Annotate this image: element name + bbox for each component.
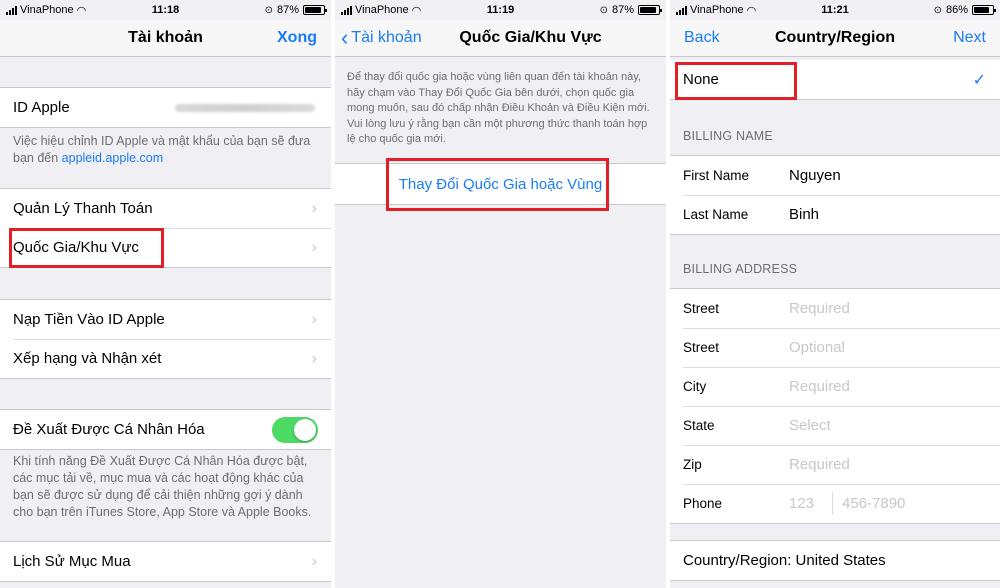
street-2-row[interactable]: Street Optional [670, 328, 1000, 367]
battery-icon [972, 5, 996, 15]
first-name-label: First Name [683, 168, 750, 183]
status-bar: VinaPhone ◠ 11:21 ⊙ 86% [670, 0, 1000, 20]
city-row[interactable]: City Required [670, 367, 1000, 406]
billing-name-header: BILLING NAME [683, 129, 773, 143]
status-time: 11:19 [486, 4, 515, 16]
chevron-right-icon: › [311, 238, 317, 256]
phone-divider [832, 492, 833, 515]
state-row[interactable]: State Select [670, 406, 1000, 445]
street-1-input[interactable]: Required [789, 300, 850, 317]
chevron-right-icon: › [311, 349, 317, 367]
add-funds-row[interactable]: Nạp Tiền Vào ID Apple › [0, 300, 331, 339]
manage-payments-label: Quản Lý Thanh Toán [13, 200, 153, 217]
phone-number-input[interactable]: 456-7890 [842, 495, 905, 512]
personalized-group: Đề Xuất Được Cá Nhân Hóa [0, 409, 331, 450]
zip-row[interactable]: Zip Required [670, 445, 1000, 484]
state-select[interactable]: Select [789, 417, 831, 434]
change-country-button[interactable]: Thay Đổi Quốc Gia hoặc Vùng [335, 163, 666, 205]
add-funds-label: Nạp Tiền Vào ID Apple [13, 311, 165, 328]
next-button[interactable]: Next [953, 29, 986, 47]
chevron-right-icon: › [311, 310, 317, 328]
apple-id-group: ID Apple [0, 87, 331, 128]
battery-icon [303, 5, 327, 15]
nav-bar: Back Country/Region Next [670, 20, 1000, 57]
checkmark-icon: ✓ [972, 71, 986, 89]
billing-screen: VinaPhone ◠ 11:21 ⊙ 86% Back Country/Reg… [670, 0, 1000, 588]
zip-input[interactable]: Required [789, 456, 850, 473]
payment-group: Quản Lý Thanh Toán › Quốc Gia/Khu Vực › [0, 188, 331, 268]
state-label: State [683, 418, 715, 433]
first-name-row[interactable]: First Name Nguyen [670, 156, 1000, 195]
purchase-history-row[interactable]: Lịch Sử Mục Mua › [0, 542, 331, 581]
appleid-link[interactable]: appleid.apple.com [62, 151, 163, 165]
country-region-label: Quốc Gia/Khu Vực [13, 239, 139, 256]
last-name-input[interactable]: Binh [789, 206, 819, 223]
apple-id-row[interactable]: ID Apple [0, 88, 331, 127]
apple-id-label: ID Apple [13, 99, 70, 116]
country-region-row[interactable]: Quốc Gia/Khu Vực › [0, 228, 331, 267]
personalized-label: Đề Xuất Được Cá Nhân Hóa [13, 421, 205, 438]
country-region-screen: VinaPhone ◠ 11:19 ⊙ 87% ‹ Tài khoản Quốc… [335, 0, 666, 588]
ratings-reviews-row[interactable]: Xếp hạng và Nhận xét › [0, 339, 331, 378]
change-country-instructions: Để thay đổi quốc gia hoặc vùng liên quan… [347, 71, 650, 145]
billing-address-group: Street Required Street Optional City Req… [670, 288, 1000, 524]
street-1-row[interactable]: Street Required [670, 289, 1000, 328]
manage-payments-row[interactable]: Quản Lý Thanh Toán › [0, 189, 331, 228]
battery-icon [638, 5, 662, 15]
city-input[interactable]: Required [789, 378, 850, 395]
phone-area-input[interactable]: 123 [789, 495, 814, 512]
done-button[interactable]: Xong [277, 29, 317, 47]
country-region-group: Country/Region: United States [670, 540, 1000, 581]
screenshot-collage: VinaPhone ◠ 11:18 ⊙ 87% Tài khoản Xong I… [0, 0, 1000, 588]
first-name-input[interactable]: Nguyen [789, 167, 841, 184]
phone-row[interactable]: Phone 123 456-7890 [670, 484, 1000, 523]
country-region-row[interactable]: Country/Region: United States [670, 541, 1000, 580]
purchase-group: Lịch Sử Mục Mua › [0, 541, 331, 582]
account-screen: VinaPhone ◠ 11:18 ⊙ 87% Tài khoản Xong I… [0, 0, 331, 588]
nav-bar: Tài khoản Xong [0, 20, 331, 57]
purchase-history-label: Lịch Sử Mục Mua [13, 553, 131, 570]
zip-label: Zip [683, 457, 702, 472]
last-name-row[interactable]: Last Name Binh [670, 195, 1000, 234]
chevron-right-icon: › [311, 199, 317, 217]
street-label: Street [683, 340, 720, 355]
payment-method-group: None ✓ [670, 60, 1000, 100]
nav-bar: ‹ Tài khoản Quốc Gia/Khu Vực [335, 20, 666, 57]
funds-group: Nạp Tiền Vào ID Apple › Xếp hạng và Nhận… [0, 299, 331, 379]
nav-title: Quốc Gia/Khu Vực [459, 29, 602, 46]
apple-id-value-blurred [175, 103, 315, 112]
apple-id-note: Việc hiệu chỉnh ID Apple và mật khẩu của… [13, 133, 319, 167]
city-label: City [683, 379, 707, 394]
street-2-input[interactable]: Optional [789, 339, 845, 356]
status-bar: VinaPhone ◠ 11:19 ⊙ 87% [335, 0, 666, 20]
personalized-note: Khi tính năng Đề Xuất Được Cá Nhân Hóa đ… [13, 454, 312, 519]
phone-label: Phone [683, 496, 723, 511]
billing-name-group: First Name Nguyen Last Name Binh [670, 155, 1000, 235]
country-region-value: Country/Region: United States [683, 552, 886, 569]
payment-none-label: None [683, 71, 719, 88]
billing-address-header: BILLING ADDRESS [683, 262, 798, 276]
status-time: 11:21 [821, 4, 849, 16]
status-bar: VinaPhone ◠ 11:18 ⊙ 87% [0, 0, 331, 20]
ratings-reviews-label: Xếp hạng và Nhận xét [13, 350, 162, 367]
personalized-row: Đề Xuất Được Cá Nhân Hóa [0, 410, 331, 449]
change-country-label: Thay Đổi Quốc Gia hoặc Vùng [398, 175, 603, 193]
nav-title: Country/Region [775, 29, 895, 46]
status-time: 11:18 [151, 4, 180, 16]
last-name-label: Last Name [683, 207, 749, 222]
chevron-right-icon: › [311, 552, 317, 570]
personalized-toggle[interactable] [272, 416, 318, 443]
street-label: Street [683, 301, 720, 316]
payment-none-row[interactable]: None ✓ [670, 60, 1000, 99]
